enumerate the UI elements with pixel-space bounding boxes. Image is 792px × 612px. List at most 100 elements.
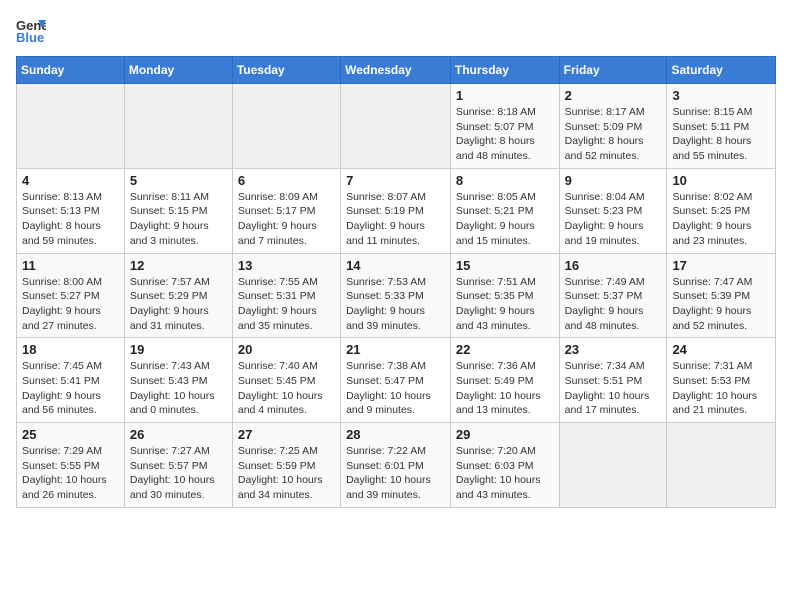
day-number: 12 — [130, 258, 227, 273]
day-number: 29 — [456, 427, 554, 442]
svg-text:Blue: Blue — [16, 30, 44, 45]
day-info: Sunrise: 8:02 AM Sunset: 5:25 PM Dayligh… — [672, 190, 770, 249]
day-number: 15 — [456, 258, 554, 273]
day-number: 18 — [22, 342, 119, 357]
calendar-cell: 25 Sunrise: 7:29 AM Sunset: 5:55 PM Dayli… — [17, 423, 125, 508]
day-info: Sunrise: 7:31 AM Sunset: 5:53 PM Dayligh… — [672, 359, 770, 418]
day-info: Sunrise: 7:36 AM Sunset: 5:49 PM Dayligh… — [456, 359, 554, 418]
calendar-cell: 12 Sunrise: 7:57 AM Sunset: 5:29 PM Dayli… — [124, 253, 232, 338]
calendar-cell: 4 Sunrise: 8:13 AM Sunset: 5:13 PM Daylig… — [17, 168, 125, 253]
day-info: Sunrise: 7:38 AM Sunset: 5:47 PM Dayligh… — [346, 359, 445, 418]
day-info: Sunrise: 7:51 AM Sunset: 5:35 PM Dayligh… — [456, 275, 554, 334]
calendar-cell: 14 Sunrise: 7:53 AM Sunset: 5:33 PM Dayli… — [341, 253, 451, 338]
day-number: 10 — [672, 173, 770, 188]
calendar-week-1: 4 Sunrise: 8:13 AM Sunset: 5:13 PM Daylig… — [17, 168, 776, 253]
day-info: Sunrise: 7:27 AM Sunset: 5:57 PM Dayligh… — [130, 444, 227, 503]
calendar-cell: 9 Sunrise: 8:04 AM Sunset: 5:23 PM Daylig… — [559, 168, 667, 253]
calendar-cell — [124, 84, 232, 169]
calendar-week-2: 11 Sunrise: 8:00 AM Sunset: 5:27 PM Dayli… — [17, 253, 776, 338]
calendar-cell — [17, 84, 125, 169]
calendar-table: SundayMondayTuesdayWednesdayThursdayFrid… — [16, 56, 776, 508]
day-info: Sunrise: 7:29 AM Sunset: 5:55 PM Dayligh… — [22, 444, 119, 503]
calendar-cell: 15 Sunrise: 7:51 AM Sunset: 5:35 PM Dayli… — [450, 253, 559, 338]
calendar-cell: 27 Sunrise: 7:25 AM Sunset: 5:59 PM Dayli… — [232, 423, 340, 508]
calendar-cell: 8Sunrise: 8:05 AM Sunset: 5:21 PM Daylig… — [450, 168, 559, 253]
day-number: 25 — [22, 427, 119, 442]
calendar-cell: 18 Sunrise: 7:45 AM Sunset: 5:41 PM Dayli… — [17, 338, 125, 423]
day-info: Sunrise: 7:55 AM Sunset: 5:31 PM Dayligh… — [238, 275, 335, 334]
day-number: 28 — [346, 427, 445, 442]
day-info: Sunrise: 8:00 AM Sunset: 5:27 PM Dayligh… — [22, 275, 119, 334]
calendar-cell — [341, 84, 451, 169]
calendar-week-0: 1 Sunrise: 8:18 AM Sunset: 5:07 PM Daylig… — [17, 84, 776, 169]
calendar-cell: 11 Sunrise: 8:00 AM Sunset: 5:27 PM Dayli… — [17, 253, 125, 338]
day-info: Sunrise: 7:20 AM Sunset: 6:03 PM Dayligh… — [456, 444, 554, 503]
day-number: 26 — [130, 427, 227, 442]
calendar-cell: 5Sunrise: 8:11 AM Sunset: 5:15 PM Daylig… — [124, 168, 232, 253]
day-number: 23 — [565, 342, 662, 357]
day-info: Sunrise: 8:05 AM Sunset: 5:21 PM Dayligh… — [456, 190, 554, 249]
calendar-cell: 22 Sunrise: 7:36 AM Sunset: 5:49 PM Dayli… — [450, 338, 559, 423]
calendar-cell: 6 Sunrise: 8:09 AM Sunset: 5:17 PM Daylig… — [232, 168, 340, 253]
day-info: Sunrise: 7:40 AM Sunset: 5:45 PM Dayligh… — [238, 359, 335, 418]
calendar-cell: 10 Sunrise: 8:02 AM Sunset: 5:25 PM Dayli… — [667, 168, 776, 253]
day-info: Sunrise: 8:17 AM Sunset: 5:09 PM Dayligh… — [565, 105, 662, 164]
calendar-cell: 23 Sunrise: 7:34 AM Sunset: 5:51 PM Dayli… — [559, 338, 667, 423]
day-info: Sunrise: 7:53 AM Sunset: 5:33 PM Dayligh… — [346, 275, 445, 334]
day-number: 11 — [22, 258, 119, 273]
day-info: Sunrise: 8:18 AM Sunset: 5:07 PM Dayligh… — [456, 105, 554, 164]
day-info: Sunrise: 7:57 AM Sunset: 5:29 PM Dayligh… — [130, 275, 227, 334]
calendar-cell: 16 Sunrise: 7:49 AM Sunset: 5:37 PM Dayli… — [559, 253, 667, 338]
calendar-cell — [667, 423, 776, 508]
day-number: 22 — [456, 342, 554, 357]
calendar-cell: 28Sunrise: 7:22 AM Sunset: 6:01 PM Dayli… — [341, 423, 451, 508]
day-info: Sunrise: 8:15 AM Sunset: 5:11 PM Dayligh… — [672, 105, 770, 164]
weekday-header-row: SundayMondayTuesdayWednesdayThursdayFrid… — [17, 57, 776, 84]
logo-icon: General Blue — [16, 16, 46, 46]
day-info: Sunrise: 7:45 AM Sunset: 5:41 PM Dayligh… — [22, 359, 119, 418]
calendar-cell: 3Sunrise: 8:15 AM Sunset: 5:11 PM Daylig… — [667, 84, 776, 169]
weekday-header-friday: Friday — [559, 57, 667, 84]
day-number: 1 — [456, 88, 554, 103]
day-info: Sunrise: 8:13 AM Sunset: 5:13 PM Dayligh… — [22, 190, 119, 249]
day-info: Sunrise: 8:07 AM Sunset: 5:19 PM Dayligh… — [346, 190, 445, 249]
day-number: 20 — [238, 342, 335, 357]
calendar-cell: 29 Sunrise: 7:20 AM Sunset: 6:03 PM Dayli… — [450, 423, 559, 508]
calendar-week-4: 25 Sunrise: 7:29 AM Sunset: 5:55 PM Dayli… — [17, 423, 776, 508]
day-number: 5 — [130, 173, 227, 188]
calendar-cell: 21 Sunrise: 7:38 AM Sunset: 5:47 PM Dayli… — [341, 338, 451, 423]
day-number: 24 — [672, 342, 770, 357]
weekday-header-monday: Monday — [124, 57, 232, 84]
calendar-week-3: 18 Sunrise: 7:45 AM Sunset: 5:41 PM Dayli… — [17, 338, 776, 423]
day-number: 13 — [238, 258, 335, 273]
weekday-header-sunday: Sunday — [17, 57, 125, 84]
weekday-header-wednesday: Wednesday — [341, 57, 451, 84]
day-number: 6 — [238, 173, 335, 188]
day-number: 4 — [22, 173, 119, 188]
weekday-header-saturday: Saturday — [667, 57, 776, 84]
calendar-cell — [232, 84, 340, 169]
calendar-cell: 24 Sunrise: 7:31 AM Sunset: 5:53 PM Dayli… — [667, 338, 776, 423]
calendar-cell: 26 Sunrise: 7:27 AM Sunset: 5:57 PM Dayli… — [124, 423, 232, 508]
day-number: 16 — [565, 258, 662, 273]
day-info: Sunrise: 8:04 AM Sunset: 5:23 PM Dayligh… — [565, 190, 662, 249]
day-info: Sunrise: 7:25 AM Sunset: 5:59 PM Dayligh… — [238, 444, 335, 503]
day-info: Sunrise: 8:09 AM Sunset: 5:17 PM Dayligh… — [238, 190, 335, 249]
day-number: 14 — [346, 258, 445, 273]
day-number: 27 — [238, 427, 335, 442]
calendar-cell: 13 Sunrise: 7:55 AM Sunset: 5:31 PM Dayli… — [232, 253, 340, 338]
calendar-cell: 2 Sunrise: 8:17 AM Sunset: 5:09 PM Daylig… — [559, 84, 667, 169]
day-number: 2 — [565, 88, 662, 103]
day-info: Sunrise: 7:43 AM Sunset: 5:43 PM Dayligh… — [130, 359, 227, 418]
day-number: 9 — [565, 173, 662, 188]
calendar-cell — [559, 423, 667, 508]
calendar-cell: 1 Sunrise: 8:18 AM Sunset: 5:07 PM Daylig… — [450, 84, 559, 169]
day-number: 21 — [346, 342, 445, 357]
calendar-cell: 17Sunrise: 7:47 AM Sunset: 5:39 PM Dayli… — [667, 253, 776, 338]
day-info: Sunrise: 7:34 AM Sunset: 5:51 PM Dayligh… — [565, 359, 662, 418]
calendar-cell: 20 Sunrise: 7:40 AM Sunset: 5:45 PM Dayli… — [232, 338, 340, 423]
weekday-header-tuesday: Tuesday — [232, 57, 340, 84]
day-number: 17 — [672, 258, 770, 273]
day-number: 19 — [130, 342, 227, 357]
day-info: Sunrise: 7:49 AM Sunset: 5:37 PM Dayligh… — [565, 275, 662, 334]
